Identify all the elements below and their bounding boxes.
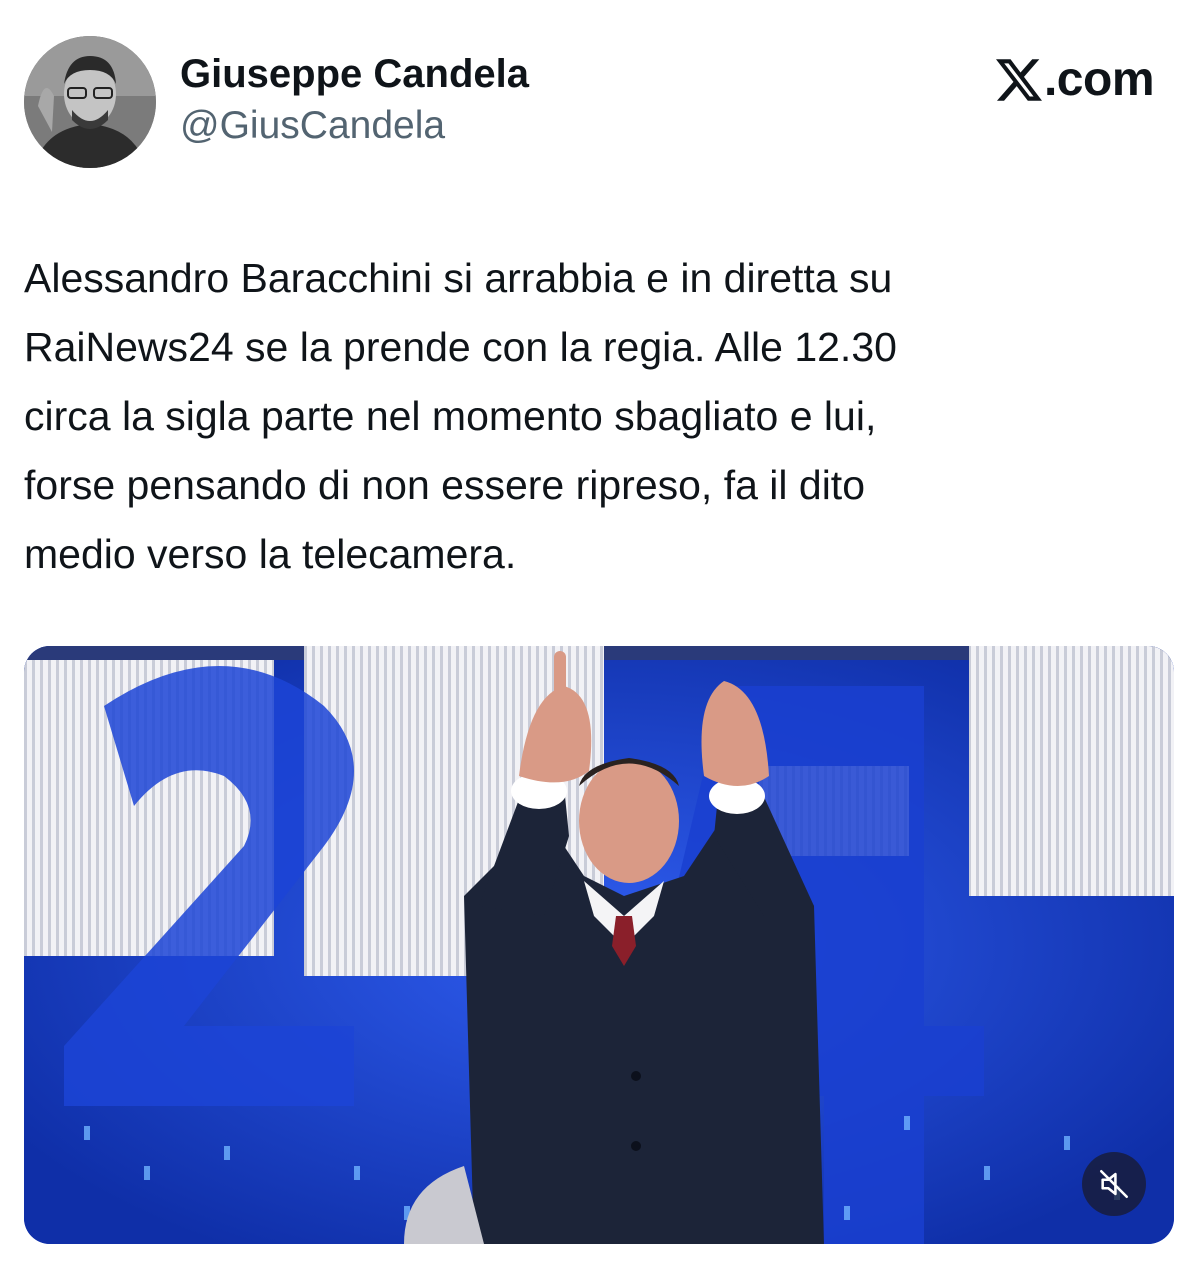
x-com-brand: .com [995,52,1155,107]
author-avatar[interactable] [24,36,156,168]
author-handle[interactable]: @GiusCandela [180,102,529,150]
x-logo-icon [995,58,1042,101]
tweet-header: Giuseppe Candela @GiusCandela .com [24,36,1176,168]
video-frame [24,646,1174,1244]
brand-label: .com [1043,53,1155,106]
tweet-video[interactable] [24,646,1174,1244]
author-display-name[interactable]: Giuseppe Candela [180,50,529,98]
mute-toggle-button[interactable] [1082,1152,1146,1216]
tweet-text: Alessandro Baracchini si arrabbia e in d… [24,255,897,577]
author-names: Giuseppe Candela @GiusCandela [180,50,529,150]
avatar-photo [24,36,156,168]
muted-speaker-icon [1099,1169,1129,1199]
